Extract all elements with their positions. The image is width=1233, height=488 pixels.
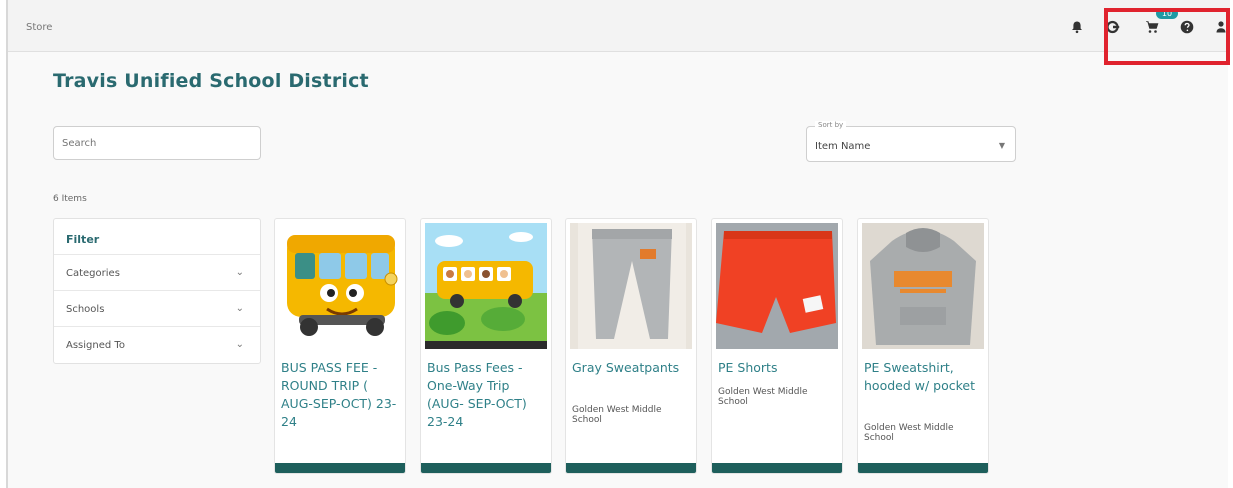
product-image-pe-sweatshirt[interactable] <box>862 223 984 349</box>
chevron-down-icon: ⌄ <box>235 339 244 350</box>
search-input[interactable] <box>53 126 261 160</box>
product-school: Golden West Middle School <box>864 423 954 443</box>
product-card-footer[interactable] <box>566 463 696 473</box>
chevron-down-icon: ⌄ <box>235 267 244 278</box>
logout-icon[interactable] <box>1106 20 1120 34</box>
filter-schools[interactable]: Schools ⌄ <box>54 291 260 327</box>
product-image-bus-scene[interactable] <box>425 223 547 349</box>
product-card[interactable]: BUS PASS FEE - ROUND TRIP ( AUG-SEP-OCT)… <box>274 218 406 474</box>
sort-label: Sort by <box>815 121 847 129</box>
bell-icon[interactable] <box>1070 20 1084 34</box>
product-school: Golden West Middle School <box>572 405 662 425</box>
help-icon[interactable] <box>1180 20 1194 34</box>
breadcrumb[interactable]: Store <box>26 22 52 33</box>
top-bar: Store 10 <box>8 0 1230 52</box>
product-name[interactable]: PE Sweatshirt, hooded w/ pocket <box>864 359 984 395</box>
product-name[interactable]: Gray Sweatpants <box>572 359 692 377</box>
product-name[interactable]: BUS PASS FEE - ROUND TRIP ( AUG-SEP-OCT)… <box>281 359 401 431</box>
product-card[interactable]: Bus Pass Fees - One-Way Trip (AUG- SEP-O… <box>420 218 552 474</box>
product-image-pe-shorts[interactable] <box>716 223 838 349</box>
product-card-footer[interactable] <box>858 463 988 473</box>
filter-panel: Filter Categories ⌄ Schools ⌄ Assigned T… <box>53 218 261 364</box>
product-card[interactable]: PE Sweatshirt, hooded w/ pocket Golden W… <box>857 218 989 474</box>
product-name[interactable]: Bus Pass Fees - One-Way Trip (AUG- SEP-O… <box>427 359 547 431</box>
product-image-school-bus[interactable] <box>279 223 401 349</box>
cart-count-badge: 10 <box>1156 8 1178 19</box>
items-count: 6 Items <box>53 194 87 204</box>
filter-categories[interactable]: Categories ⌄ <box>54 255 260 291</box>
product-card[interactable]: Gray Sweatpants Golden West Middle Schoo… <box>565 218 697 474</box>
product-card-footer[interactable] <box>712 463 842 473</box>
filter-row-label: Categories <box>66 268 120 279</box>
caret-down-icon: ▼ <box>998 141 1005 150</box>
user-icon[interactable] <box>1216 20 1226 34</box>
cart-icon[interactable] <box>1145 20 1159 34</box>
filter-row-label: Assigned To <box>66 340 125 351</box>
chevron-down-icon: ⌄ <box>235 303 244 314</box>
app-window: Store 10 Travis Unified School District … <box>6 0 1230 488</box>
filter-title: Filter <box>54 219 260 255</box>
product-card-footer[interactable] <box>421 463 551 473</box>
product-school: Golden West Middle School <box>718 387 808 407</box>
product-card[interactable]: PE Shorts Golden West Middle School <box>711 218 843 474</box>
filter-row-label: Schools <box>66 304 105 315</box>
product-image-gray-sweatpants[interactable] <box>570 223 692 349</box>
product-name[interactable]: PE Shorts <box>718 359 838 377</box>
filter-assigned-to[interactable]: Assigned To ⌄ <box>54 327 260 363</box>
page-title: Travis Unified School District <box>53 70 369 92</box>
product-card-footer[interactable] <box>275 463 405 473</box>
sort-select[interactable]: Sort by Item Name ▼ <box>806 121 1016 162</box>
sort-value: Item Name <box>815 141 871 152</box>
